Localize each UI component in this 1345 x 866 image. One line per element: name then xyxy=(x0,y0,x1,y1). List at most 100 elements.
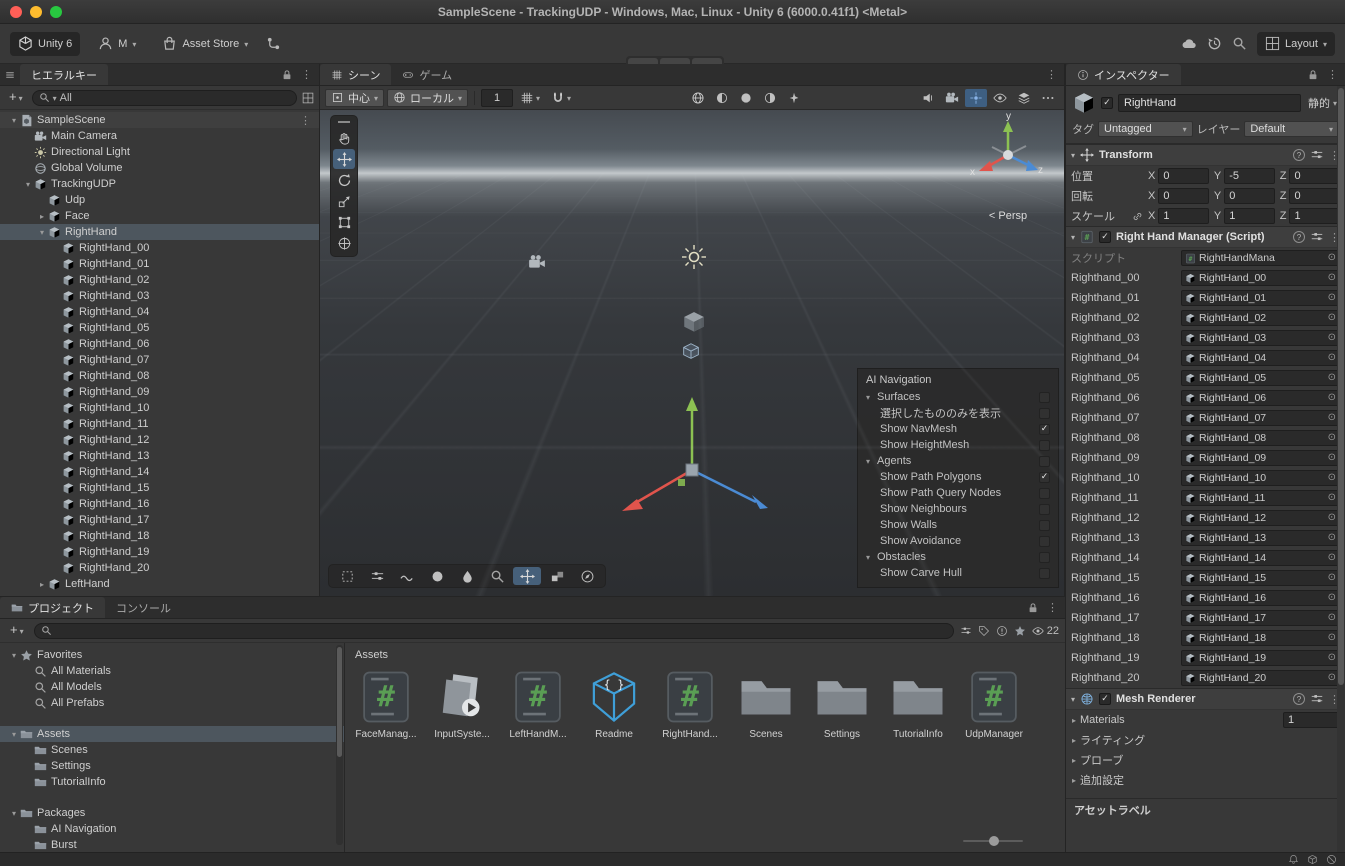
version-control-icon[interactable] xyxy=(266,36,281,51)
hierarchy-row[interactable]: SampleScene xyxy=(0,112,319,128)
checkbox[interactable] xyxy=(1039,456,1050,467)
filter-icon[interactable] xyxy=(960,625,972,637)
checkbox[interactable] xyxy=(1039,488,1050,499)
search-icon[interactable] xyxy=(1232,36,1247,51)
cloud-icon[interactable] xyxy=(1182,36,1197,51)
alert-icon[interactable] xyxy=(996,625,1008,637)
mesh-row[interactable]: Materials 1 xyxy=(1066,710,1345,730)
materials-count-field[interactable]: 1 xyxy=(1283,712,1339,728)
notifications-icon[interactable] xyxy=(1288,854,1299,865)
object-picker-icon[interactable]: ⊙ xyxy=(1328,653,1336,663)
mesh-renderer-header[interactable]: Mesh Renderer xyxy=(1066,688,1345,710)
foldout-arrow[interactable] xyxy=(866,553,877,562)
help-icon[interactable] xyxy=(1293,149,1305,161)
lock-icon[interactable] xyxy=(1307,69,1319,81)
hierarchy-row[interactable]: RightHand_06 xyxy=(0,336,319,352)
hierarchy-search-input[interactable]: All xyxy=(32,90,297,106)
transform-row-label[interactable]: スケール xyxy=(1071,208,1129,224)
tab-project[interactable]: プロジェクト xyxy=(0,597,105,618)
overlay-tool-button[interactable] xyxy=(333,567,361,585)
property-label[interactable]: Righthand_15 xyxy=(1071,572,1177,584)
panel-options-icon[interactable] xyxy=(1327,68,1338,81)
tab-console[interactable]: コンソール xyxy=(105,597,182,618)
hierarchy-row[interactable]: RightHand_05 xyxy=(0,320,319,336)
scene-toggle-button[interactable] xyxy=(1013,89,1035,107)
asset-item[interactable]: TutorialInfo xyxy=(887,669,949,740)
scene-toggle-button[interactable] xyxy=(1037,89,1059,107)
tool-button[interactable] xyxy=(333,233,355,253)
project-tree-row[interactable]: All Prefabs xyxy=(0,695,344,711)
project-tree-scrollbar[interactable] xyxy=(336,645,343,845)
scene-viewport[interactable]: y x z < Persp AI Navigation Surfaces xyxy=(320,110,1064,596)
tab-scene[interactable]: シーン xyxy=(320,64,391,85)
cube-object[interactable] xyxy=(681,310,707,336)
tool-button[interactable] xyxy=(333,149,355,169)
panel-options-icon[interactable] xyxy=(1046,68,1057,81)
overlay-tool-button[interactable] xyxy=(363,567,391,585)
foldout-arrow[interactable] xyxy=(1072,734,1076,746)
hierarchy-row[interactable]: RightHand_04 xyxy=(0,304,319,320)
object-picker-icon[interactable]: ⊙ xyxy=(1328,533,1336,543)
hierarchy-row[interactable]: RightHand_00 xyxy=(0,240,319,256)
hierarchy-row[interactable]: RightHand_03 xyxy=(0,288,319,304)
hierarchy-row[interactable]: RightHand_10 xyxy=(0,400,319,416)
project-tree-row[interactable]: AI Navigation xyxy=(0,821,344,837)
move-gizmo[interactable] xyxy=(612,395,782,535)
object-field[interactable]: RightHand_00 ⊙ xyxy=(1181,270,1340,286)
nav-row[interactable]: Show Avoidance xyxy=(858,533,1058,549)
property-label[interactable]: Righthand_19 xyxy=(1071,652,1177,664)
hierarchy-row[interactable]: RightHand_18 xyxy=(0,528,319,544)
foldout-arrow[interactable] xyxy=(22,180,34,189)
property-label[interactable]: Righthand_04 xyxy=(1071,352,1177,364)
property-label[interactable]: Righthand_05 xyxy=(1071,372,1177,384)
history-icon[interactable] xyxy=(1207,36,1222,51)
object-field[interactable]: RightHand_07 ⊙ xyxy=(1181,410,1340,426)
property-label[interactable]: Righthand_03 xyxy=(1071,332,1177,344)
object-picker-icon[interactable]: ⊙ xyxy=(1328,453,1336,463)
foldout-arrow[interactable] xyxy=(8,651,20,660)
object-field[interactable]: RightHand_02 ⊙ xyxy=(1181,310,1340,326)
object-field[interactable]: RightHand_14 ⊙ xyxy=(1181,550,1340,566)
overlay-handle[interactable] xyxy=(338,121,350,123)
panel-menu-icon[interactable] xyxy=(4,69,16,81)
scene-toggle-button[interactable] xyxy=(989,89,1011,107)
object-picker-icon[interactable]: ⊙ xyxy=(1328,433,1336,443)
hierarchy-row[interactable]: Directional Light xyxy=(0,144,319,160)
foldout-arrow[interactable] xyxy=(8,730,20,739)
foldout-arrow[interactable] xyxy=(866,457,877,466)
inspector-scrollbar[interactable] xyxy=(1337,86,1345,852)
object-field[interactable]: RightHand_16 ⊙ xyxy=(1181,590,1340,606)
script-component-header[interactable]: # Right Hand Manager (Script) xyxy=(1066,226,1345,248)
mesh-row[interactable]: 追加設定 xyxy=(1066,770,1345,790)
object-picker-icon[interactable]: ⊙ xyxy=(1328,273,1336,283)
script-object-field[interactable]: # RightHandMana ⊙ xyxy=(1181,250,1340,266)
add-asset-button[interactable] xyxy=(6,622,28,640)
x-value-field[interactable]: 0 xyxy=(1158,188,1209,204)
asset-item[interactable]: # RightHand... xyxy=(659,669,721,740)
gameobject-name-field[interactable]: RightHand xyxy=(1118,94,1301,112)
close-window-button[interactable] xyxy=(10,6,22,18)
object-picker-icon[interactable]: ⊙ xyxy=(1328,513,1336,523)
property-label[interactable]: Righthand_11 xyxy=(1071,492,1177,504)
asset-store-button[interactable]: Asset Store xyxy=(154,32,256,56)
account-button[interactable]: M xyxy=(90,32,144,56)
object-picker-icon[interactable]: ⊙ xyxy=(1328,613,1336,623)
scene-toolbar-button[interactable] xyxy=(687,89,709,107)
hierarchy-row[interactable]: LeftHand xyxy=(0,576,319,592)
tool-button[interactable] xyxy=(333,191,355,211)
unity-version-button[interactable]: Unity 6 xyxy=(10,32,80,56)
checkbox[interactable] xyxy=(1039,472,1050,483)
hidden-package-count[interactable]: 22 xyxy=(1032,625,1059,637)
mesh-row[interactable]: ライティング xyxy=(1066,730,1345,750)
asset-item[interactable]: InputSyste... xyxy=(431,669,493,740)
object-picker-icon[interactable]: ⊙ xyxy=(1328,333,1336,343)
foldout-arrow[interactable] xyxy=(866,393,877,402)
foldout-arrow[interactable] xyxy=(36,228,48,237)
property-label[interactable]: Righthand_20 xyxy=(1071,672,1177,684)
hierarchy-row[interactable]: TrackingUDP xyxy=(0,176,319,192)
z-value-field[interactable]: 0 xyxy=(1289,168,1340,184)
checkbox[interactable] xyxy=(1039,568,1050,579)
project-tree-row[interactable]: Burst xyxy=(0,837,344,852)
y-value-field[interactable]: 0 xyxy=(1224,188,1275,204)
hierarchy-row[interactable]: RightHand_15 xyxy=(0,480,319,496)
